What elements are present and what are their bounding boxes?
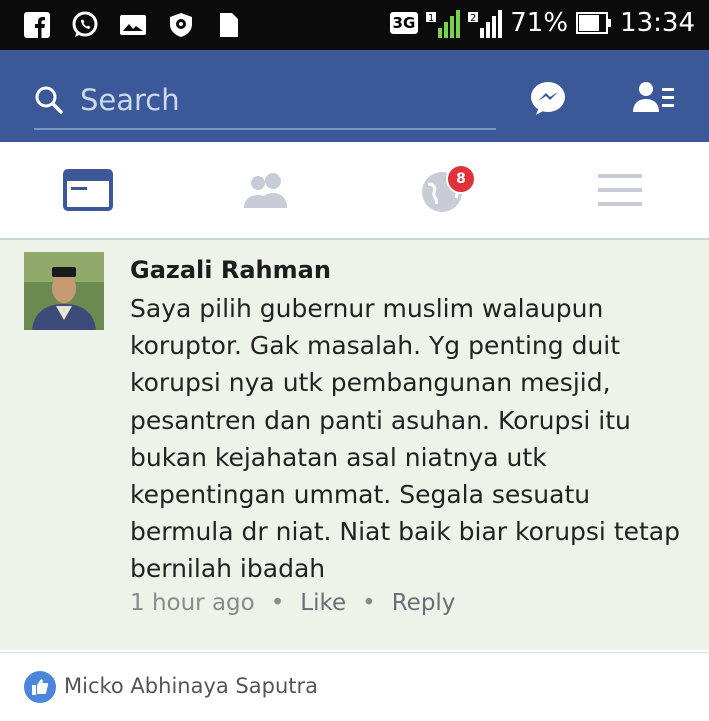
vpn-shield-icon	[166, 10, 196, 40]
friend-requests-icon[interactable]	[632, 76, 676, 120]
separator-dot: •	[270, 590, 285, 616]
sim1-label: 1	[428, 13, 434, 24]
separator-dot: •	[362, 590, 376, 616]
comment: Gazali Rahman Saya pilih gubernur muslim…	[0, 240, 709, 650]
signal-sim1-icon: 1	[426, 10, 461, 38]
tab-notifications[interactable]: 8	[410, 162, 476, 218]
tab-bar: 8	[0, 142, 709, 240]
comment-line: kepentingan ummat. Segala sesuatu	[130, 480, 591, 510]
whatsapp-icon	[70, 10, 100, 40]
thumbs-up-icon	[24, 671, 56, 703]
comment-meta: 1 hour ago • Like • Reply	[130, 590, 455, 616]
facebook-icon	[22, 10, 52, 40]
tab-friends[interactable]	[234, 162, 298, 218]
reply-button[interactable]: Reply	[392, 590, 456, 616]
comment-author[interactable]: Gazali Rahman	[130, 256, 331, 284]
comment-line: bermula dr niat. Niat baik biar korupsi …	[130, 517, 680, 547]
comment-line: korupsi nya utk pembangunan mesjid,	[130, 368, 611, 398]
comment-line: Saya pilih gubernur muslim walaupun	[130, 294, 604, 323]
likes-footer: Micko Abhinaya Saputra	[0, 652, 709, 721]
search-input[interactable]: Search	[80, 83, 180, 117]
notification-count-badge: 8	[446, 164, 476, 194]
tab-menu[interactable]	[588, 162, 652, 218]
liker-name[interactable]: Micko Abhinaya Saputra	[64, 674, 318, 698]
comment-text: Saya pilih gubernur muslim walaupun koru…	[130, 290, 690, 588]
network-type: 3G	[389, 12, 419, 34]
system-status: 3G 1 2 71% 13:34	[389, 8, 695, 38]
gallery-icon	[118, 10, 148, 40]
search-icon	[35, 86, 63, 114]
clock: 13:34	[620, 8, 695, 38]
sim2-label: 2	[470, 13, 476, 24]
search-bar[interactable]: Search	[34, 72, 496, 130]
battery-icon	[576, 12, 612, 34]
messenger-icon[interactable]	[526, 76, 570, 120]
comment-timestamp: 1 hour ago	[130, 590, 255, 616]
comment-line: koruptor. Gak masalah. Yg penting duit	[130, 331, 621, 361]
friends-icon	[244, 173, 287, 208]
tab-news-feed[interactable]	[56, 162, 120, 218]
news-feed-icon	[63, 169, 113, 211]
sim-card-icon	[214, 10, 244, 40]
signal-sim2-icon: 2	[468, 10, 503, 38]
comment-line: pesantren dan panti asuhan. Korupsi itu	[130, 405, 631, 435]
comment-line: bukan kejahatan asal niatnya utk	[130, 442, 547, 472]
hamburger-menu-icon	[598, 174, 642, 206]
app-header: Search	[0, 50, 709, 142]
comment-line: bernilah ibadah	[130, 554, 326, 584]
battery-percent: 71%	[510, 8, 569, 38]
avatar[interactable]	[24, 252, 104, 330]
status-bar: 3G 1 2 71% 13:34	[0, 0, 709, 50]
notification-icons	[22, 10, 244, 40]
like-button[interactable]: Like	[300, 590, 346, 616]
